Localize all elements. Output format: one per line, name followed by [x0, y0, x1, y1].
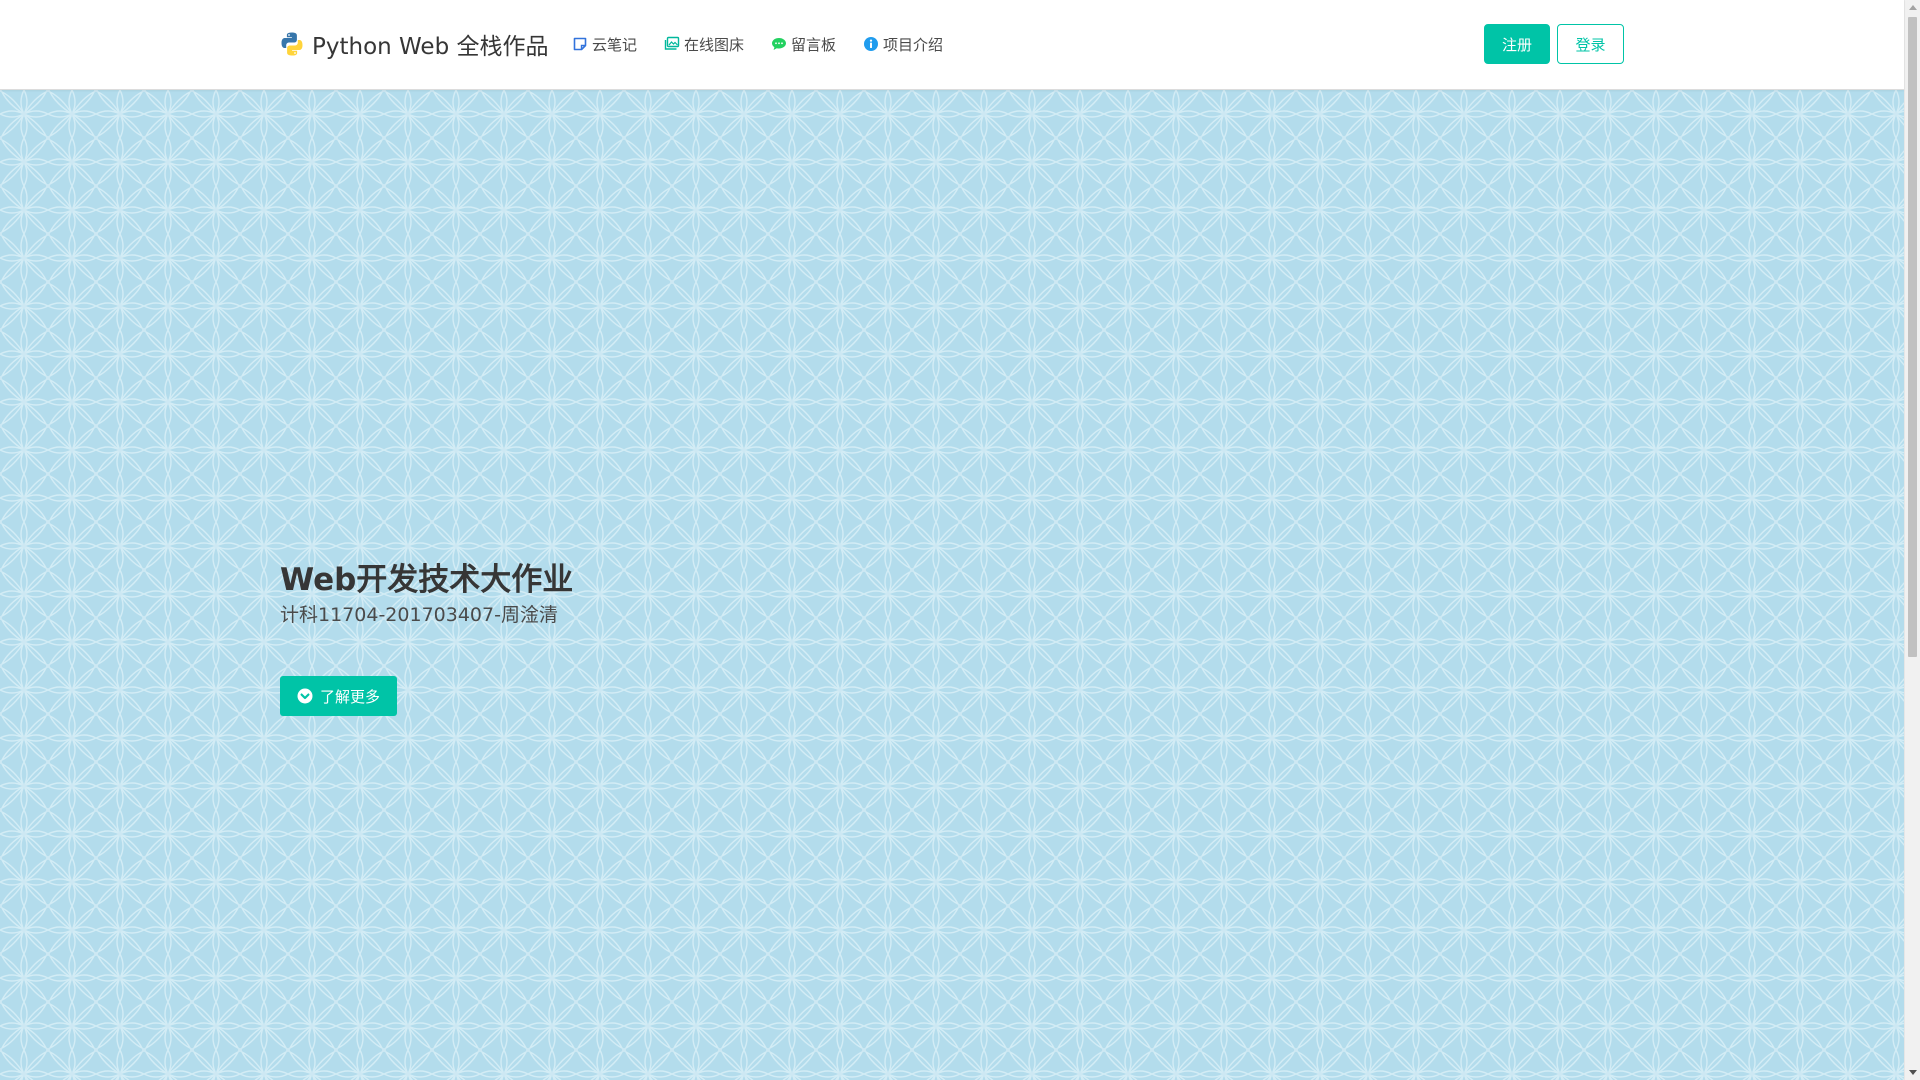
info-icon [864, 37, 879, 51]
register-button[interactable]: 注册 [1484, 24, 1550, 64]
nav-item-message-board[interactable]: 留言板 [771, 34, 836, 55]
top-navbar: Python Web 全栈作品 云笔记 在线图床 留言板 项目介绍 注册 登录 [0, 0, 1904, 90]
python-logo-icon [281, 32, 303, 56]
nav-item-label: 留言板 [791, 35, 837, 54]
nav-item-cloud-notes[interactable]: 云笔记 [572, 34, 637, 55]
hero-section: Web开发技术大作业 计科11704-201703407-周淦清 了解更多 [0, 90, 1904, 1080]
nav-item-label: 云笔记 [592, 35, 638, 54]
scrollbar-thumb[interactable] [1908, 17, 1917, 657]
chevron-down-circle-icon [297, 688, 313, 704]
nav-item-project-intro[interactable]: 项目介绍 [863, 34, 943, 55]
hero-subtitle: 计科11704-201703407-周淦清 [280, 604, 558, 626]
scroll-down-arrow-icon[interactable] [1905, 1065, 1920, 1080]
login-button[interactable]: 登录 [1557, 24, 1624, 64]
comments-icon [772, 38, 787, 50]
learn-more-label: 了解更多 [319, 687, 380, 706]
brand-title: Python Web 全栈作品 [312, 34, 549, 60]
hero-content: Web开发技术大作业 计科11704-201703407-周淦清 了解更多 [280, 560, 574, 716]
hero-title: Web开发技术大作业 [280, 562, 574, 598]
nav-item-label: 项目介绍 [883, 35, 944, 54]
scroll-up-arrow-icon[interactable] [1905, 0, 1920, 15]
nav-links: 云笔记 在线图床 留言板 项目介绍 [572, 30, 970, 58]
nav-item-label: 在线图床 [684, 35, 745, 54]
brand-home-link[interactable]: Python Web 全栈作品 [279, 26, 549, 62]
nav-item-image-host[interactable]: 在线图床 [664, 34, 744, 55]
vertical-scrollbar[interactable] [1904, 0, 1920, 1080]
images-icon [664, 36, 680, 50]
note-icon [573, 37, 587, 51]
learn-more-button[interactable]: 了解更多 [280, 676, 397, 716]
